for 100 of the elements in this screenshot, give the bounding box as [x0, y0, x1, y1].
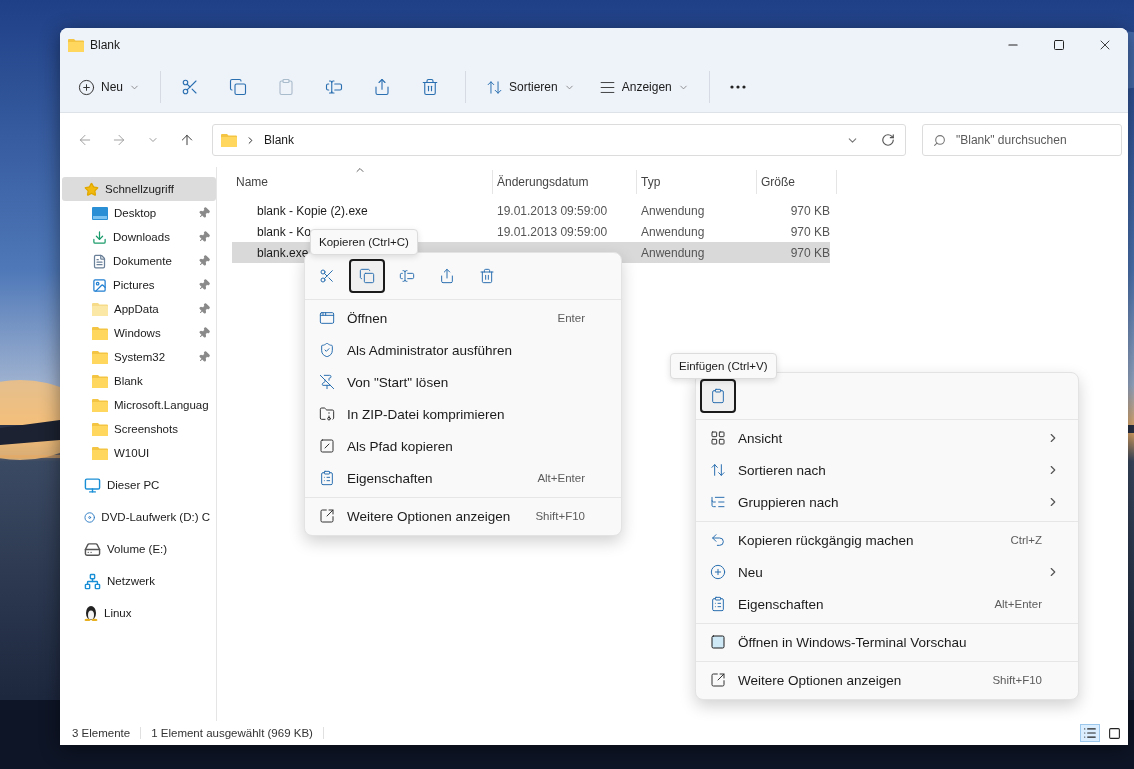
- unpin-icon: [319, 374, 335, 390]
- item-count: 3 Elemente: [72, 727, 142, 739]
- folder-icon: [92, 422, 108, 436]
- menu-item[interactable]: Von "Start" lösen: [305, 366, 621, 398]
- menu-item[interactable]: Weitere Optionen anzeigen Shift+F10: [696, 664, 1078, 696]
- image-icon: [92, 277, 107, 293]
- forward-icon: [111, 132, 127, 148]
- clipboard-icon: [277, 78, 295, 96]
- sidebar-item[interactable]: Dokumente: [62, 249, 216, 273]
- sidebar-item[interactable]: Downloads: [62, 225, 216, 249]
- properties-icon: [710, 596, 726, 612]
- copy-button[interactable]: [349, 259, 385, 293]
- search-field[interactable]: "Blank" durchsuchen: [922, 124, 1122, 156]
- breadcrumb[interactable]: Blank: [264, 133, 295, 147]
- menu-item[interactable]: Eigenschaften Alt+Enter: [305, 462, 621, 494]
- undo-icon: [710, 532, 726, 548]
- shortcut-label: Ctrl+Z: [1010, 534, 1042, 546]
- window-icon: [319, 310, 335, 326]
- window-title: Blank: [90, 38, 122, 52]
- folder-icon: [92, 398, 108, 412]
- sort-button[interactable]: Sortieren: [478, 69, 583, 105]
- menu-item[interactable]: In ZIP-Datei komprimieren: [305, 398, 621, 430]
- folder-icon: [92, 302, 108, 316]
- file-name: blank.exe: [256, 245, 310, 260]
- column-header[interactable]: Name: [232, 170, 493, 194]
- shortcut-label: Shift+F10: [535, 510, 585, 522]
- share-icon: [373, 78, 391, 96]
- type-cell-text: Anwendung: [640, 245, 706, 260]
- menu-item[interactable]: Neu: [696, 556, 1078, 588]
- folder-icon: [68, 38, 84, 52]
- sort-icon: [710, 462, 726, 478]
- folder-icon: [92, 446, 108, 460]
- plus-icon: [710, 564, 726, 580]
- sidebar-item[interactable]: Linux: [62, 597, 216, 629]
- drive-icon: [84, 540, 101, 558]
- sidebar-item[interactable]: Desktop: [62, 201, 216, 225]
- sidebar-item[interactable]: Netzwerk: [62, 565, 216, 597]
- network-icon: [84, 572, 101, 590]
- sidebar-item[interactable]: AppData: [62, 297, 216, 321]
- sidebar-item[interactable]: W10UI: [62, 441, 216, 465]
- file-name: blank - Ko: [256, 224, 313, 239]
- details-view-button[interactable]: [1080, 724, 1100, 742]
- size-cell-text: 970 KB: [789, 245, 830, 260]
- sidebar-item[interactable]: Microsoft.Languag: [62, 393, 216, 417]
- list-icon: [1083, 726, 1097, 740]
- grid-icon: [710, 430, 726, 446]
- date-cell-text: 19.01.2013 09:59:00: [496, 224, 609, 239]
- trash-icon: [479, 268, 495, 284]
- star-icon: [84, 181, 99, 197]
- sidebar-item[interactable]: Pictures: [62, 273, 216, 297]
- menu-item[interactable]: Öffnen Enter: [305, 302, 621, 334]
- menu-item[interactable]: Kopieren rückgängig machen Ctrl+Z: [696, 524, 1078, 556]
- sidebar-item[interactable]: Volume (E:): [62, 533, 216, 565]
- tile-icon: [1107, 726, 1121, 740]
- menu-item[interactable]: Gruppieren nach: [696, 486, 1078, 518]
- sidebar-item[interactable]: DVD-Laufwerk (D:) C: [62, 501, 216, 533]
- menu-item[interactable]: Weitere Optionen anzeigen Shift+F10: [305, 500, 621, 532]
- menu-item[interactable]: Eigenschaften Alt+Enter: [696, 588, 1078, 620]
- copy-icon: [359, 268, 375, 284]
- sidebar-item[interactable]: Screenshots: [62, 417, 216, 441]
- size-cell-text: 970 KB: [789, 224, 830, 239]
- file-row[interactable]: blank - Kopie (2).exe 19.01.2013 09:59:00 Anwendung 970 KB: [232, 200, 830, 221]
- menu-item[interactable]: Als Pfad kopieren: [305, 430, 621, 462]
- refresh-icon: [881, 133, 895, 147]
- search-icon: [933, 133, 946, 147]
- sidebar-item[interactable]: Windows: [62, 321, 216, 345]
- view-button[interactable]: Anzeigen: [590, 69, 697, 105]
- folder-icon: [221, 133, 237, 147]
- file-name: blank - Kopie (2).exe: [256, 203, 369, 218]
- plus-icon: [78, 78, 95, 96]
- up-icon: [179, 132, 195, 148]
- new-button[interactable]: Neu: [70, 69, 148, 105]
- column-header[interactable]: Größe: [757, 170, 837, 194]
- expand-icon: [710, 672, 726, 688]
- column-header[interactable]: Änderungsdatum: [493, 170, 637, 194]
- menu-item[interactable]: Öffnen in Windows-Terminal Vorschau: [696, 626, 1078, 658]
- archive-icon: [319, 406, 335, 422]
- sidebar-item[interactable]: Dieser PC: [62, 469, 216, 501]
- expand-icon: [319, 508, 335, 524]
- menu-item[interactable]: Ansicht: [696, 422, 1078, 454]
- column-header[interactable]: Typ: [637, 170, 757, 194]
- shortcut-label: Alt+Enter: [537, 472, 585, 484]
- path-icon: [319, 438, 335, 454]
- menu-item[interactable]: Sortieren nach: [696, 454, 1078, 486]
- sidebar-item[interactable]: Schnellzugriff: [62, 177, 216, 201]
- address-bar[interactable]: Blank: [212, 124, 906, 156]
- scissors-icon: [319, 268, 335, 284]
- sidebar-item[interactable]: System32: [62, 345, 216, 369]
- rename-icon: [399, 268, 415, 284]
- selection-info: 1 Element ausgewählt (969 KB): [151, 727, 324, 739]
- paste-button[interactable]: [700, 379, 736, 413]
- terminal-icon: [710, 634, 726, 650]
- folder-icon: [92, 374, 108, 388]
- more-icon: [729, 85, 746, 89]
- monitor-icon: [84, 476, 101, 494]
- menu-item[interactable]: Als Administrator ausführen: [305, 334, 621, 366]
- type-cell-text: Anwendung: [640, 203, 706, 218]
- shortcut-label: Alt+Enter: [994, 598, 1042, 610]
- sidebar-item[interactable]: Blank: [62, 369, 216, 393]
- list-icon: [710, 494, 726, 510]
